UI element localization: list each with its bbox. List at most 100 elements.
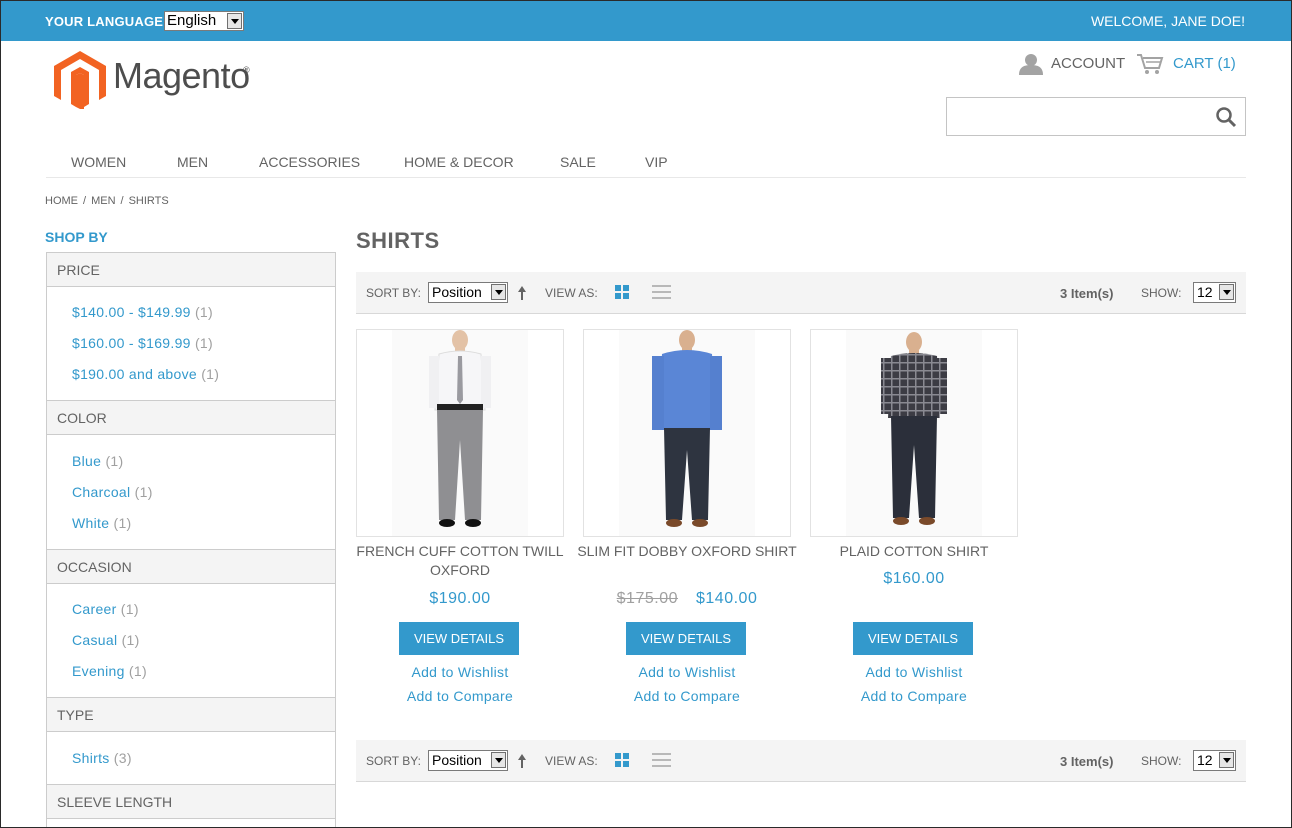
nav-item-home-decor[interactable]: HOME & DECOR (404, 154, 514, 170)
filter-option-label: Blue (72, 453, 102, 469)
item-count: 3 Item(s) (1060, 754, 1114, 769)
product-price-value: $190.00 (429, 590, 491, 607)
chevron-down-icon[interactable] (1219, 284, 1234, 300)
filter-option[interactable]: $190.00 and above (1) (72, 366, 219, 382)
view-details-button[interactable]: VIEW DETAILS (853, 622, 973, 655)
language-label: YOUR LANGUAGE: (45, 14, 168, 29)
filter-body-color: Blue (1) Charcoal (1) White (1) (46, 435, 336, 549)
nav-item-men[interactable]: MEN (177, 154, 208, 170)
sort-by-label: SORT BY: (366, 754, 421, 768)
list-view-icon[interactable] (652, 753, 671, 768)
logo[interactable]: Magento ® (54, 51, 264, 109)
shop-by-title: SHOP BY (45, 229, 108, 245)
filter-header-type[interactable]: TYPE (46, 697, 336, 732)
model-photo-plaid-shirt (846, 330, 982, 536)
language-select[interactable]: English (164, 11, 244, 31)
sort-by-label: SORT BY: (366, 286, 421, 300)
filter-option-count: (1) (201, 366, 220, 382)
product-price-value: $160.00 (883, 570, 945, 587)
add-to-wishlist-link[interactable]: Add to Wishlist (810, 664, 1018, 680)
product-image[interactable] (810, 329, 1018, 537)
filter-option-label: $160.00 - $169.99 (72, 335, 191, 351)
product-old-price: $175.00 (616, 590, 678, 607)
add-to-wishlist-link[interactable]: Add to Wishlist (583, 664, 791, 680)
breadcrumb: HOME / MEN / SHIRTS (45, 195, 169, 207)
chevron-down-icon[interactable] (491, 284, 506, 300)
filter-option-label: $190.00 and above (72, 366, 197, 382)
product-name[interactable]: SLIM FIT DOBBY OXFORD SHIRT (573, 542, 801, 561)
add-to-compare-link[interactable]: Add to Compare (356, 688, 564, 704)
add-to-compare-link[interactable]: Add to Compare (583, 688, 791, 704)
breadcrumb-home[interactable]: HOME (45, 195, 78, 207)
sort-by-select[interactable]: Position (428, 282, 508, 303)
sort-by-select[interactable]: Position (428, 750, 508, 771)
toolbar-bottom: SORT BY: Position VIEW AS: 3 Item(s) SHO… (356, 740, 1246, 782)
grid-view-icon[interactable] (615, 753, 629, 767)
breadcrumb-men[interactable]: MEN (91, 195, 115, 207)
chevron-down-icon[interactable] (227, 13, 242, 29)
nav-item-vip[interactable]: VIP (645, 154, 668, 170)
filter-option[interactable]: Shirts (3) (72, 750, 132, 766)
language-value: English (167, 12, 217, 29)
filter-option-count: (1) (105, 453, 124, 469)
add-to-compare-link[interactable]: Add to Compare (810, 688, 1018, 704)
product-name[interactable]: FRENCH CUFF COTTON TWILL OXFORD (346, 542, 574, 580)
filter-option[interactable]: White (1) (72, 515, 132, 531)
breadcrumb-current: SHIRTS (128, 195, 169, 207)
filter-option-label: Evening (72, 663, 125, 679)
nav-item-accessories[interactable]: ACCESSORIES (259, 154, 360, 170)
chevron-down-icon[interactable] (491, 752, 506, 768)
product-image[interactable] (356, 329, 564, 537)
filter-option-count: (1) (121, 632, 140, 648)
chevron-down-icon[interactable] (1219, 752, 1234, 768)
filter-header-color[interactable]: COLOR (46, 400, 336, 435)
filter-body-price: $140.00 - $149.99 (1) $160.00 - $169.99 … (46, 287, 336, 400)
model-photo-blue-shirt (619, 330, 755, 536)
filter-option[interactable]: $140.00 - $149.99 (1) (72, 304, 213, 320)
filter-header-occasion[interactable]: OCCASION (46, 549, 336, 584)
filter-option[interactable]: Charcoal (1) (72, 484, 153, 500)
filter-option-count: (1) (134, 484, 153, 500)
page-title: SHIRTS (356, 228, 440, 253)
cart-label: CART (1) (1173, 55, 1236, 72)
product-price: $160.00 (810, 570, 1018, 588)
filter-option[interactable]: Career (1) (72, 601, 139, 617)
cart-icon (1137, 54, 1164, 74)
view-as-label: VIEW AS: (545, 754, 598, 768)
show-limit-value: 12 (1197, 752, 1213, 768)
sort-direction-icon[interactable] (516, 752, 528, 770)
show-limit-select[interactable]: 12 (1193, 282, 1236, 303)
list-view-icon[interactable] (652, 285, 671, 300)
sort-direction-icon[interactable] (516, 284, 528, 302)
nav-item-women[interactable]: WOMEN (71, 154, 126, 170)
filter-header-sleeve-length[interactable]: SLEEVE LENGTH (46, 784, 336, 819)
magento-logo-icon (54, 51, 106, 109)
grid-view-icon[interactable] (615, 285, 629, 299)
filter-header-price[interactable]: PRICE (46, 252, 336, 287)
show-limit-select[interactable]: 12 (1193, 750, 1236, 771)
item-count: 3 Item(s) (1060, 286, 1114, 301)
add-to-wishlist-link[interactable]: Add to Wishlist (356, 664, 564, 680)
view-details-button[interactable]: VIEW DETAILS (399, 622, 519, 655)
nav-item-sale[interactable]: SALE (560, 154, 596, 170)
product-price: $190.00 (356, 590, 564, 608)
filter-option[interactable]: Casual (1) (72, 632, 140, 648)
filter-option-label: Casual (72, 632, 118, 648)
search-input[interactable] (946, 97, 1246, 136)
view-details-button[interactable]: VIEW DETAILS (626, 622, 746, 655)
filter-option[interactable]: Blue (1) (72, 453, 123, 469)
filter-option-label: White (72, 515, 110, 531)
main-nav: WOMEN MEN ACCESSORIES HOME & DECOR SALE … (46, 146, 1246, 178)
logo-text: Magento (113, 55, 250, 96)
model-photo-white-shirt (392, 330, 528, 536)
account-label: ACCOUNT (1051, 55, 1126, 72)
filter-option-count: (1) (128, 663, 147, 679)
product-image[interactable] (583, 329, 791, 537)
search-icon[interactable] (1215, 106, 1237, 128)
product-name[interactable]: PLAID COTTON SHIRT (800, 542, 1028, 561)
filter-option[interactable]: $160.00 - $169.99 (1) (72, 335, 213, 351)
user-icon (1019, 54, 1043, 75)
filter-option[interactable]: Evening (1) (72, 663, 147, 679)
welcome-message: WELCOME, JANE DOE! (1090, 13, 1245, 29)
toolbar-top: SORT BY: Position VIEW AS: 3 Item(s) SHO… (356, 272, 1246, 314)
